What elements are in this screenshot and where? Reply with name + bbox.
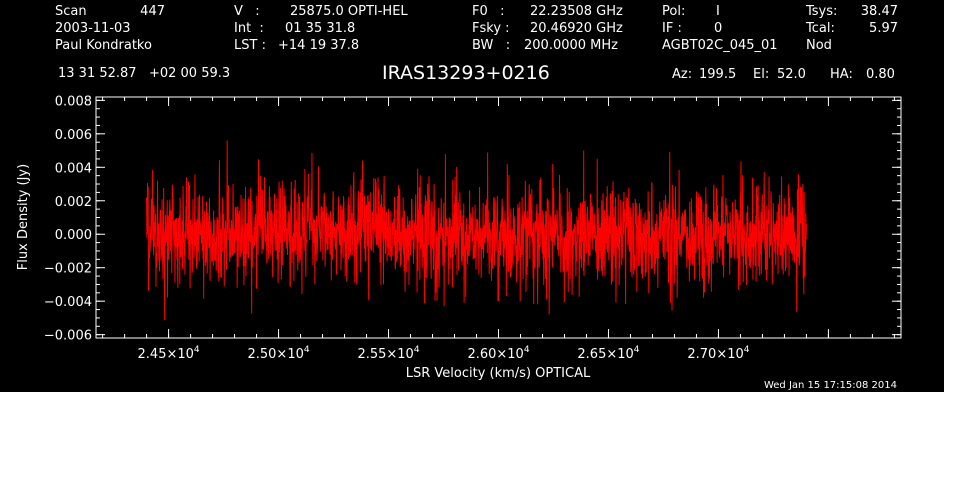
series-trace-layer: [146, 140, 807, 321]
y-tick-label: 0.002: [55, 195, 92, 210]
series-trace: [146, 140, 807, 321]
x-tick-label: 2.55×104: [357, 345, 419, 362]
x-tick-label: 2.45×104: [138, 345, 200, 362]
y-tick-label: −0.002: [44, 262, 92, 277]
x-axis-title: LSR Velocity (km/s) OPTICAL: [406, 366, 591, 381]
spectrum-plot: 2.45×104 2.50×104 2.55×104 2.60×104 2.65×104…: [16, 94, 902, 391]
x-tick-label: 2.50×104: [247, 345, 309, 362]
y-tick-labels: −0.006 −0.004 −0.002 0.000 0.002 0.004 0.006 0.…: [44, 94, 92, 343]
y-tick-label: 0.006: [55, 128, 92, 143]
y-tick-label: 0.000: [55, 228, 92, 243]
spectrum-panel: Scan 447 2003-11-03 Paul Kondratko V : 2…: [0, 0, 944, 392]
y-tick-label: −0.006: [44, 329, 92, 344]
y-tick-label: 0.008: [55, 94, 92, 109]
plot-timestamp: Wed Jan 15 17:15:08 2014: [764, 380, 897, 391]
x-tick-labels: 2.45×104 2.50×104 2.55×104 2.60×104 2.65×104…: [138, 345, 750, 362]
x-tick-label: 2.65×104: [577, 345, 639, 362]
y-tick-label: 0.004: [55, 161, 92, 176]
y-tick-label: −0.004: [44, 295, 92, 310]
y-axis-title: Flux Density (Jy): [16, 164, 31, 270]
x-tick-label: 2.60×104: [467, 345, 529, 362]
x-tick-label: 2.70×104: [687, 345, 749, 362]
